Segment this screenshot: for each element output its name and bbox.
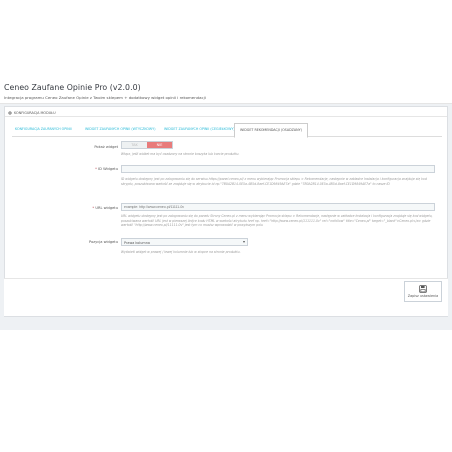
widget-url-label-text: URL widgetu [95,206,118,210]
tab-widget-rekomendacji[interactable]: WIDGET REKOMENDACJI (OSADZANY) [234,123,308,138]
tab-bar: KONFIGURACJA ZAUFANYCH OPINII WIDGET ZAU… [12,122,442,138]
show-widget-toggle[interactable]: TAK NIE [121,141,173,149]
required-mark: * [95,167,97,171]
widget-id-label: * ID Widgetu [8,167,118,171]
tab-widget-wtyczkowy[interactable]: WIDGET ZAUFANYCH OPINII (WTYCZKOWY) [85,126,155,137]
toggle-option-no[interactable]: NIE [147,142,172,148]
panel-heading-label: KONFIGURACJA MODUŁU [14,111,56,115]
widget-id-input[interactable] [121,165,435,173]
position-select[interactable]: Prawa kolumna [121,238,248,246]
panel-footer [4,278,448,316]
widget-url-label: * URL widgetu [8,206,118,210]
widget-id-help: ID widgetu dostępny jest po zalogowaniu … [121,177,427,186]
floppy-disk-icon [419,285,427,293]
widget-url-input[interactable] [121,203,435,211]
position-label: Pozycja widgetu [89,240,118,244]
page-header: Ceneo Zaufane Opinie Pro (v2.0.0) Integr… [0,78,452,104]
tab-widget-cegielkowy[interactable]: WIDGET ZAUFANYCH OPINII (CEGIEŁKOWY) [164,126,235,137]
save-button[interactable]: Zapisz ustawienia [404,281,442,302]
show-widget-label: Pokaż widget [94,145,118,149]
widget-url-help: URL widgetu dostępny jest po zalogowaniu… [121,214,433,228]
page-title: Ceneo Zaufane Opinie Pro (v2.0.0) [4,83,141,92]
save-button-label: Zapisz ustawienia [407,294,439,298]
tab-zaufane-opinie[interactable]: KONFIGURACJA ZAUFANYCH OPINII [15,126,72,137]
position-selected-value: Prawa kolumna [124,240,150,245]
panel-heading: KONFIGURACJA MODUŁU [5,107,447,117]
show-widget-help: Włącz, jeśli widżet ma być osadzony na s… [121,152,240,156]
cog-icon [8,111,12,115]
widget-id-label-text: ID Widgetu [98,167,118,171]
chevron-down-icon [243,240,245,243]
toggle-option-yes[interactable]: TAK [122,142,147,148]
required-mark: * [92,206,95,210]
page-subtitle: Integracja programu Ceneo Zaufane Opinie… [4,95,206,100]
top-blank-area [0,0,452,78]
position-help: Wyświetl widget w prawej / lewej kolumni… [121,250,241,254]
